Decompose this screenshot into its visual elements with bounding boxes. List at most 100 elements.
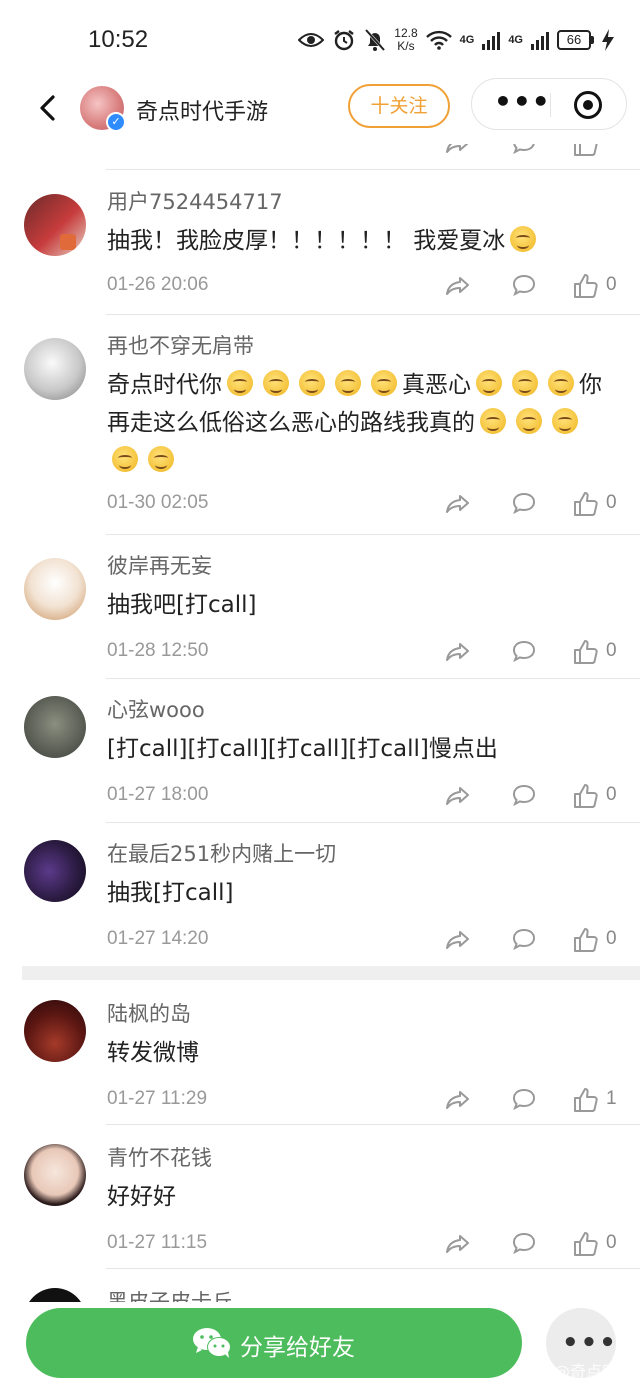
share-icon[interactable] <box>444 638 472 666</box>
follow-button[interactable]: 十关注 <box>348 84 450 128</box>
comment-meta: 01-30 02:05 0 <box>0 490 640 520</box>
comment-icon[interactable] <box>510 1086 538 1114</box>
comment-username[interactable]: 青竹不花钱 <box>107 1142 212 1172</box>
bottom-bar: 分享给好友 ••• @奇点时代 <box>0 1302 640 1386</box>
share-icon[interactable] <box>444 144 472 158</box>
comment-username[interactable]: 用户7524454717 <box>107 186 283 216</box>
previous-comment-partial <box>0 144 640 170</box>
comment-date: 01-27 14:20 <box>107 928 209 949</box>
account-name[interactable]: 奇点时代手游 <box>136 94 268 126</box>
share-icon[interactable] <box>444 1230 472 1258</box>
comment-icon[interactable] <box>510 1230 538 1258</box>
like-count: 0 <box>606 492 617 513</box>
comment-item: 黑皮子皮卡丘 <box>0 1284 640 1302</box>
smile-emoji-icon <box>335 370 361 396</box>
network-type-1: 4G <box>459 34 475 46</box>
comment-list[interactable]: 用户7524454717 抽我！我脸皮厚！！！！！！ 我爱夏冰 01-26 20… <box>0 144 640 1302</box>
thumbs-up-icon[interactable] <box>572 926 600 954</box>
status-icons: 12.8 K/s 4G 4G 66 <box>298 22 614 58</box>
like-count: 0 <box>606 1232 617 1253</box>
smile-emoji-icon <box>299 370 325 396</box>
comment-item: 心弦wooo [打call][打call][打call][打call]慢点出 0… <box>0 692 640 823</box>
comment-icon[interactable] <box>510 490 538 518</box>
smile-emoji-icon <box>112 446 138 472</box>
avatar[interactable] <box>24 696 86 758</box>
comment-item: 彼岸再无妄 抽我吧[打call] 01-28 12:50 0 <box>0 548 640 679</box>
section-separator <box>22 966 640 980</box>
thumbs-up-icon[interactable] <box>572 1086 600 1114</box>
comment-date: 01-27 11:29 <box>107 1088 208 1109</box>
comment-username[interactable]: 陆枫的岛 <box>107 998 191 1028</box>
thumbs-up-icon[interactable] <box>572 782 600 810</box>
more-options-icon[interactable]: ••• <box>494 88 551 116</box>
close-target-icon[interactable] <box>574 91 602 119</box>
eye-icon <box>298 33 325 47</box>
mini-program-capsule: ••• <box>471 78 627 130</box>
smile-emoji-icon <box>148 446 174 472</box>
comment-date: 01-30 02:05 <box>107 492 209 513</box>
verified-badge-icon: ✓ <box>106 112 126 132</box>
comment-text: 转发微博 <box>107 1040 199 1066</box>
thumbs-up-icon[interactable] <box>572 638 600 666</box>
network-type-2: 4G <box>508 34 523 46</box>
smile-emoji-icon <box>371 370 397 396</box>
share-icon[interactable] <box>444 490 472 518</box>
comment-text-content: 抽我！我脸皮厚！！！！！！ 我爱夏冰 <box>107 228 506 254</box>
like-count: 0 <box>606 274 617 295</box>
comment-meta: 01-28 12:50 0 <box>0 638 640 668</box>
avatar[interactable] <box>24 1000 86 1062</box>
like-count: 0 <box>606 784 617 805</box>
comment-text: 好好好 <box>107 1184 176 1210</box>
avatar[interactable] <box>24 558 86 620</box>
signal-icon <box>531 32 549 50</box>
crying-emoji-icon <box>510 226 537 252</box>
share-icon[interactable] <box>444 926 472 954</box>
share-to-friends-button[interactable]: 分享给好友 <box>26 1308 522 1378</box>
thumbs-up-icon[interactable] <box>572 144 600 158</box>
comment-text: 抽我[打call] <box>107 880 234 906</box>
comment-username[interactable]: 心弦wooo <box>107 694 205 724</box>
thumbs-up-icon[interactable] <box>572 272 600 300</box>
watermark: @奇点时代 <box>553 1362 634 1381</box>
smile-emoji-icon <box>263 370 289 396</box>
like-count: 0 <box>606 640 617 661</box>
comment-icon[interactable] <box>510 638 538 666</box>
smile-emoji-icon <box>480 408 506 434</box>
avatar[interactable] <box>24 1288 86 1302</box>
avatar[interactable] <box>24 338 86 400</box>
status-time: 10:52 <box>88 26 149 53</box>
thumbs-up-icon[interactable] <box>572 490 600 518</box>
comment-icon[interactable] <box>510 144 538 158</box>
share-icon[interactable] <box>444 1086 472 1114</box>
smile-emoji-icon <box>476 370 502 396</box>
comment-meta: 01-27 14:20 0 <box>0 926 640 956</box>
comment-username[interactable]: 再也不穿无肩带 <box>107 330 254 360</box>
comment-text-part: 真恶心 <box>402 372 471 398</box>
comment-meta: 01-26 20:06 0 <box>0 272 640 302</box>
comment-meta: 01-27 11:15 0 <box>0 1230 640 1260</box>
avatar[interactable] <box>24 1144 86 1206</box>
share-icon[interactable] <box>444 272 472 300</box>
comment-icon[interactable] <box>510 926 538 954</box>
comment-item: 再也不穿无肩带 奇点时代你 真恶心 你再走这么低俗这么恶心的路线我真的 01-30 … <box>0 328 640 535</box>
comment-date: 01-27 11:15 <box>107 1232 208 1253</box>
comment-icon[interactable] <box>510 272 538 300</box>
avatar[interactable] <box>24 840 86 902</box>
avatar[interactable] <box>24 194 86 256</box>
ellipsis-icon: ••• <box>562 1328 618 1358</box>
status-bar: 10:52 12.8 K/s 4G 4G 66 <box>0 0 640 72</box>
comment-text: 抽我！我脸皮厚！！！！！！ 我爱夏冰 <box>107 222 617 260</box>
signal-icon <box>482 32 501 50</box>
comment-username[interactable]: 在最后251秒内赌上一切 <box>107 838 336 868</box>
comment-item: 陆枫的岛 转发微博 01-27 11:29 1 <box>0 996 640 1126</box>
comment-username[interactable]: 彼岸再无妄 <box>107 550 212 580</box>
smile-emoji-icon <box>512 370 538 396</box>
back-arrow-icon[interactable] <box>34 94 62 122</box>
share-icon[interactable] <box>444 782 472 810</box>
comment-icon[interactable] <box>510 782 538 810</box>
thumbs-up-icon[interactable] <box>572 1230 600 1258</box>
comment-date: 01-27 18:00 <box>107 784 209 805</box>
smile-emoji-icon <box>548 370 574 396</box>
comment-username[interactable]: 黑皮子皮卡丘 <box>107 1286 233 1302</box>
comment-meta: 01-27 18:00 0 <box>0 782 640 812</box>
